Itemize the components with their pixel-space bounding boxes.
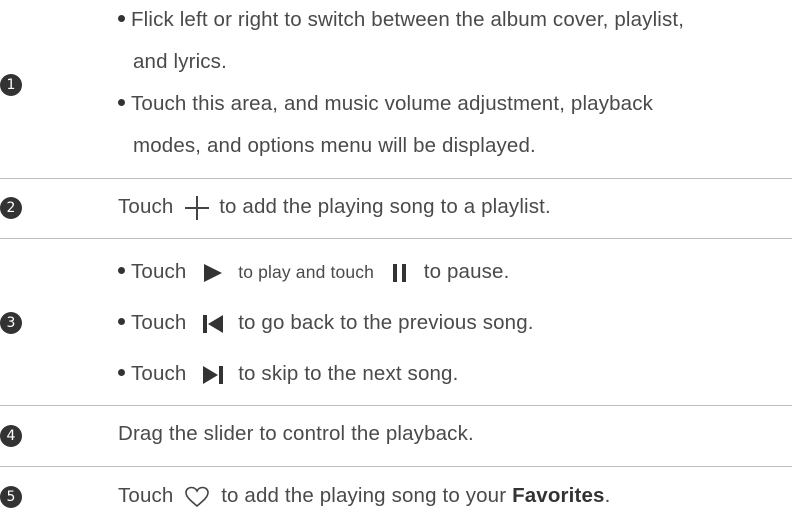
- row-3-text-2: to go back to the previous song.: [238, 311, 534, 334]
- row-4-text: Drag the slider to control the playback.: [118, 422, 474, 445]
- next-icon: [203, 365, 224, 384]
- step-number-4: 4: [0, 425, 22, 447]
- play-icon: [204, 263, 223, 282]
- touch-label: Touch: [118, 484, 174, 507]
- step-number-5: 5: [0, 486, 22, 508]
- row-4-line: Drag the slider to control the playback.: [118, 422, 474, 446]
- bullet-icon: [118, 318, 125, 325]
- row-3-line-2: Touch to go back to the previous song.: [118, 311, 534, 335]
- step-number-3: 3: [0, 312, 22, 334]
- step-number-1: 1: [0, 74, 22, 96]
- row-1-line-1: Flick left or right to switch between th…: [118, 8, 684, 32]
- favorites-label: Favorites: [512, 484, 605, 507]
- row-1-line-2: and lyrics.: [133, 50, 227, 74]
- row-3-text-1: to pause.: [423, 260, 510, 283]
- row-3-line-1: Touch to play and touch to pause.: [118, 260, 509, 284]
- heart-icon: [185, 486, 210, 507]
- row-1-text-4: modes, and options menu will be displaye…: [133, 134, 536, 157]
- plus-icon: [185, 195, 210, 220]
- row-3: 3 Touch to play and touch to pause. Touc…: [0, 238, 792, 405]
- row-2: 2 Touch to add the playing song to a pla…: [0, 178, 792, 238]
- row-1: 1 Flick left or right to switch between …: [0, 0, 792, 178]
- step-number-2: 2: [0, 197, 22, 219]
- previous-icon: [203, 314, 224, 333]
- pause-icon: [392, 263, 406, 282]
- row-3-text-mid: to play and touch: [238, 262, 375, 282]
- touch-label: Touch: [131, 260, 187, 283]
- row-4: 4 Drag the slider to control the playbac…: [0, 405, 792, 465]
- bullet-icon: [118, 99, 125, 106]
- row-1-text-3: Touch this area, and music volume adjust…: [131, 92, 654, 115]
- row-5-line: Touch to add the playing song to your Fa…: [118, 484, 610, 509]
- row-5-text: to add the playing song to your: [221, 484, 507, 507]
- row-5: 5 Touch to add the playing song to your …: [0, 466, 792, 515]
- touch-label: Touch: [118, 195, 174, 218]
- period: .: [604, 484, 611, 507]
- bullet-icon: [118, 267, 125, 274]
- row-1-text-1: Flick left or right to switch between th…: [131, 8, 685, 31]
- row-2-line: Touch to add the playing song to a playl…: [118, 195, 551, 220]
- row-3-line-3: Touch to skip to the next song.: [118, 362, 458, 386]
- row-2-text: to add the playing song to a playlist.: [219, 195, 551, 218]
- row-1-text-2: and lyrics.: [133, 50, 227, 73]
- bullet-icon: [118, 369, 125, 376]
- row-1-line-4: modes, and options menu will be displaye…: [133, 134, 536, 158]
- bullet-icon: [118, 15, 125, 22]
- row-3-text-3: to skip to the next song.: [238, 362, 459, 385]
- touch-label: Touch: [131, 311, 187, 334]
- touch-label: Touch: [131, 362, 187, 385]
- row-1-line-3: Touch this area, and music volume adjust…: [118, 92, 653, 116]
